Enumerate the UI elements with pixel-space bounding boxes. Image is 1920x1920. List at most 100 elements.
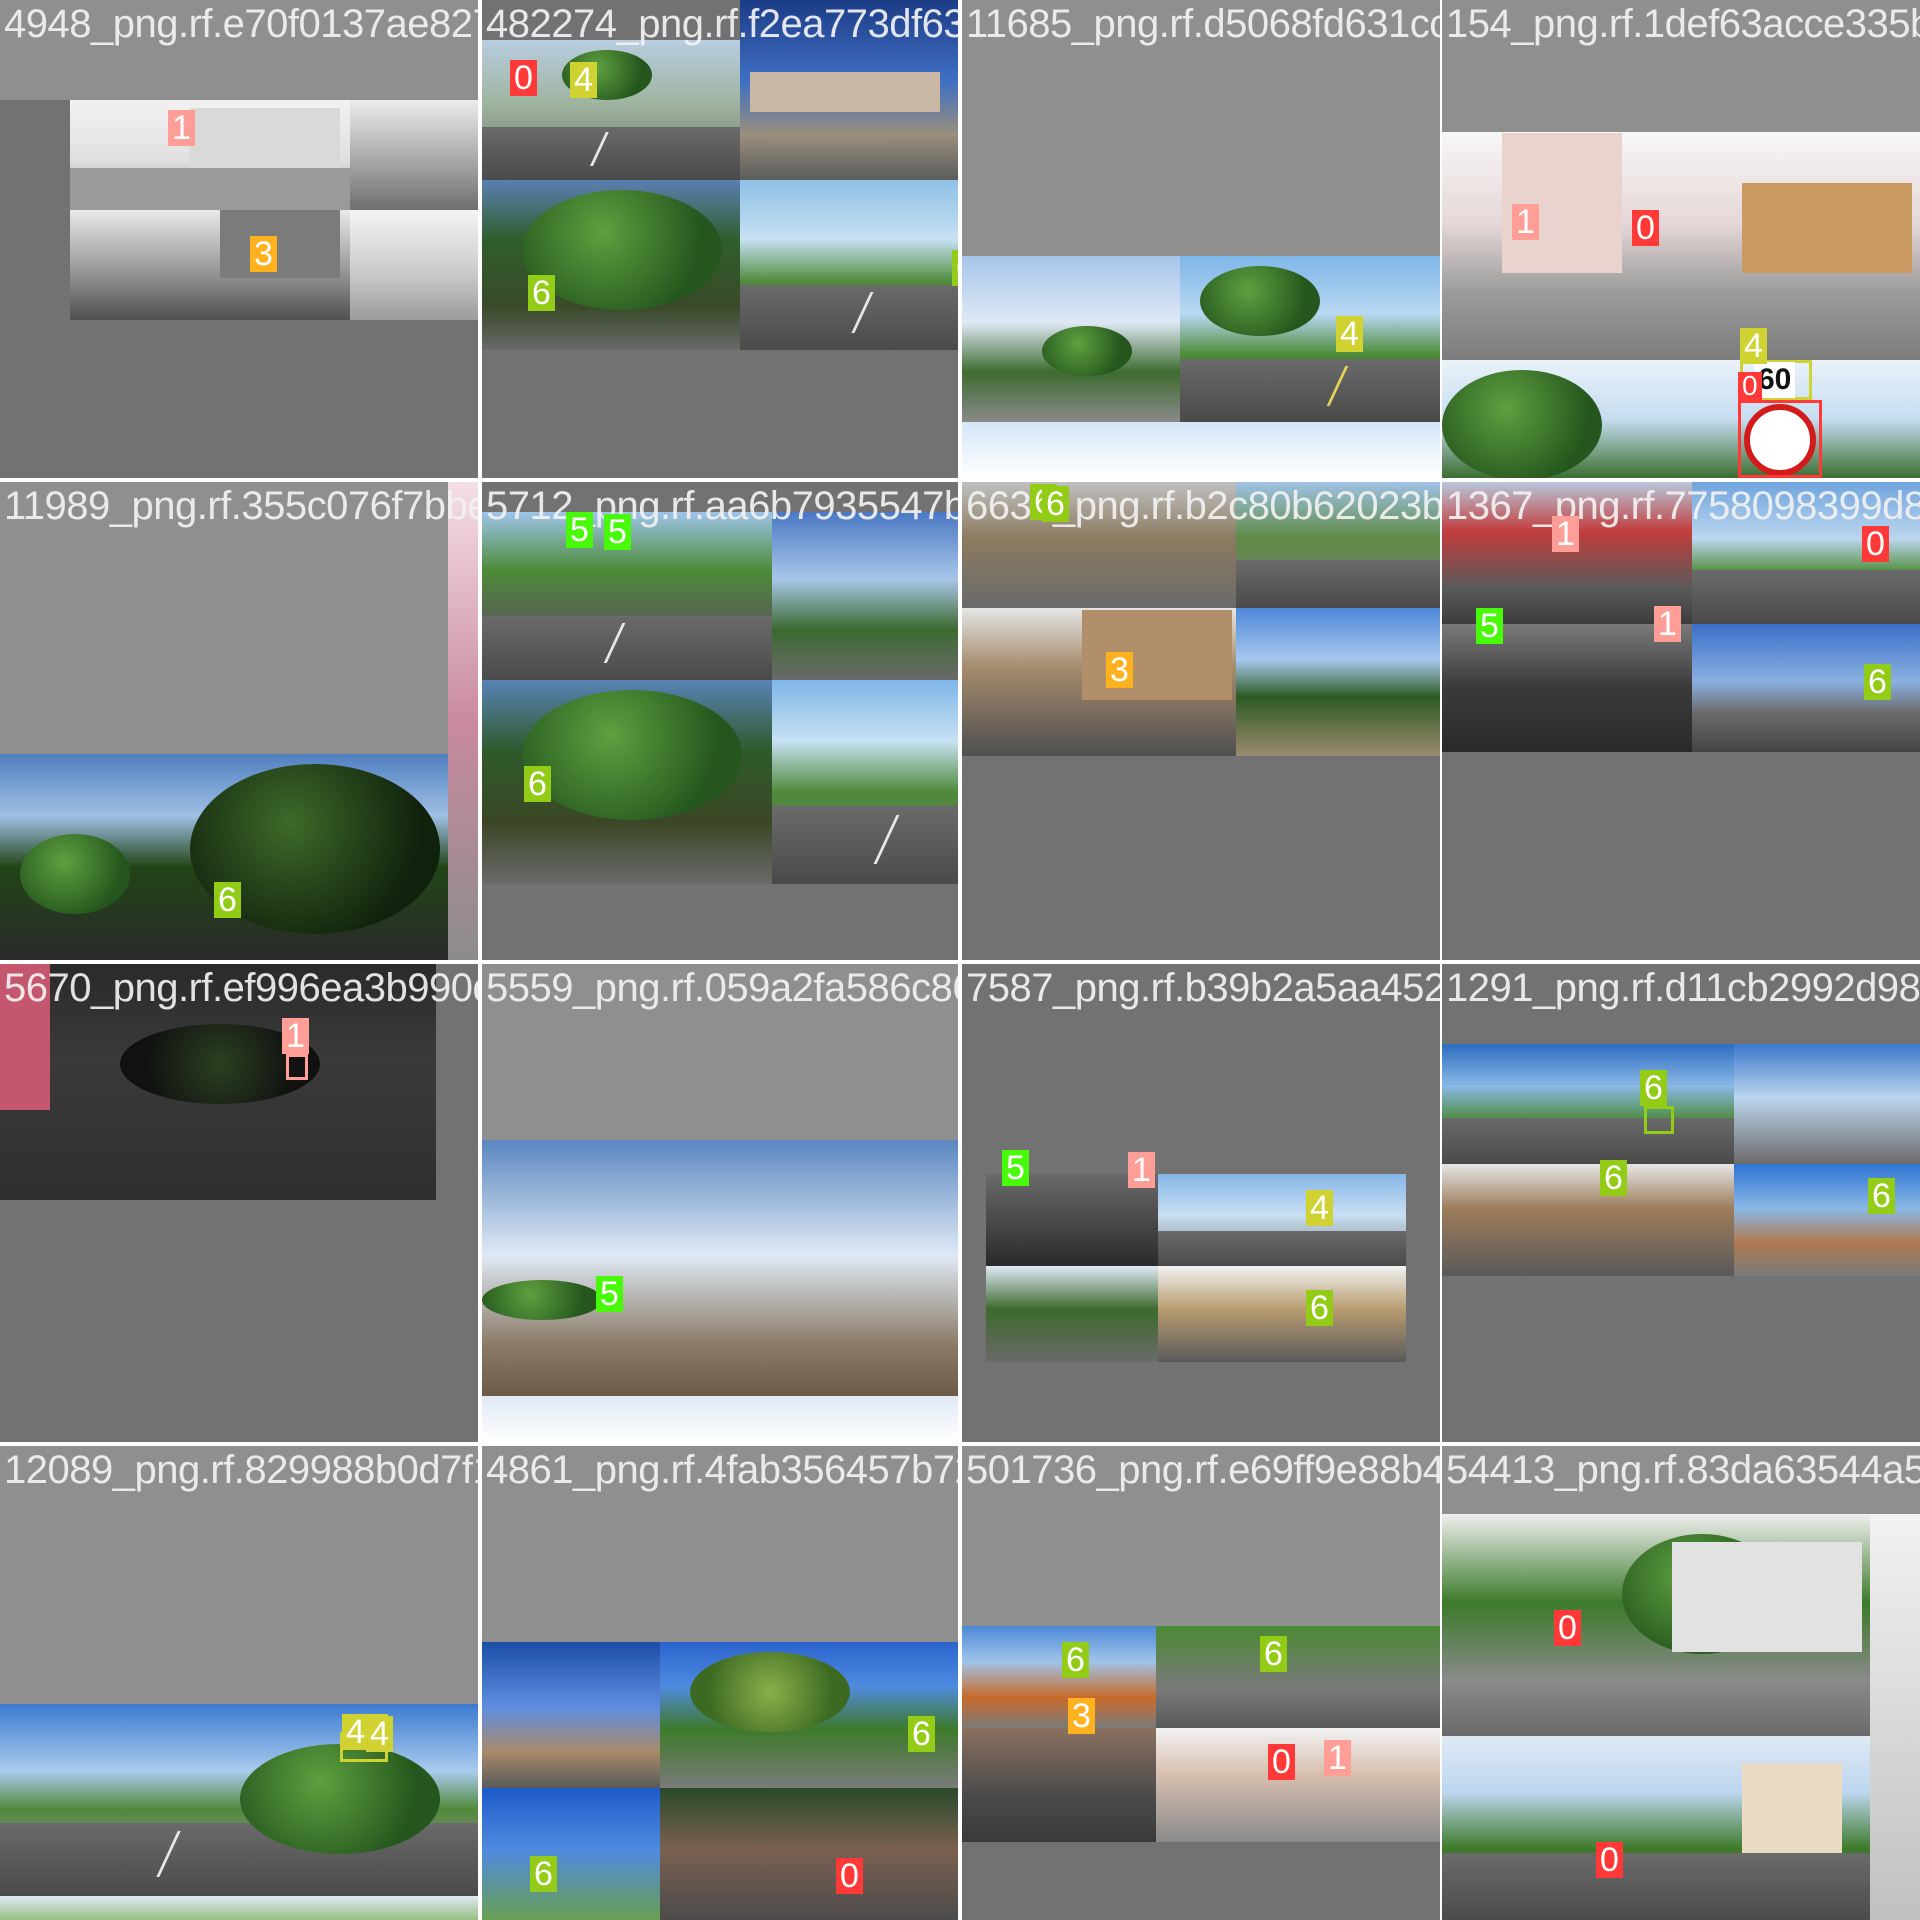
mosaic-cell: 6 6 3 0 1 501736_png.rf.e69ff9e88b48b7a4… <box>962 1446 1440 1920</box>
street-photo <box>1870 1514 1920 1920</box>
detection-label: 6 <box>524 766 551 802</box>
grid-divider <box>0 1442 1920 1446</box>
detection-label: 6 <box>1042 486 1069 522</box>
grid-divider <box>0 960 1920 964</box>
detection-label: 6 <box>908 1716 935 1752</box>
street-photo <box>482 1788 660 1920</box>
detection-label: 4 <box>1336 316 1363 352</box>
detection-label: 5 <box>1002 1150 1029 1186</box>
detection-label: 3 <box>1106 652 1133 688</box>
detection-label: 0 <box>510 60 537 96</box>
street-photo <box>1734 1044 1920 1164</box>
street-photo <box>1156 1626 1440 1728</box>
detection-label: 1 <box>282 1018 309 1054</box>
detection-label: 1 <box>1512 204 1539 240</box>
detection-label: 4 <box>1306 1190 1333 1226</box>
street-photo <box>1442 132 1920 360</box>
detection-label: 3 <box>250 236 277 272</box>
mosaic-cell: 6 11989_png.rf.355c076f7bbe57132_6902186… <box>0 482 478 960</box>
street-photo <box>70 210 350 320</box>
detection-label: 4 <box>570 62 597 98</box>
street-photo <box>482 1140 960 1396</box>
street-photo <box>772 512 960 680</box>
street-photo <box>0 754 448 960</box>
image-filename: 4948_png.rf.e70f0137ae827f48274b1f20f1f2… <box>4 2 478 46</box>
detection-label: 6 <box>1600 1160 1627 1196</box>
street-photo <box>962 256 1180 422</box>
image-filename: 501736_png.rf.e69ff9e88b48b7a4f <box>966 1448 1440 1492</box>
street-photo <box>962 1626 1156 1728</box>
mosaic-cell: 5 1 4 6 7587_png.rf.b39b2a5aa452164129b7… <box>962 964 1440 1442</box>
image-filename: 54413_png.rf.83da63544a5fb <box>1446 1448 1920 1492</box>
detection-label: 6 <box>530 1856 557 1892</box>
image-filename: 5559_png.rf.059a2fa586c865 <box>486 966 960 1010</box>
detection-label: 5 <box>566 512 593 548</box>
street-photo <box>0 1704 478 1896</box>
street-photo <box>1236 608 1440 756</box>
image-filename: 5712_png.rf.aa6b7935547b <box>486 484 960 528</box>
image-mosaic-grid: 1 3 4948_png.rf.e70f0137ae827f48274b1f20… <box>0 0 1920 1920</box>
detection-label: 6 <box>1640 1070 1667 1106</box>
detection-label: 6 <box>1062 1642 1089 1678</box>
detection-label: 1 <box>1552 516 1579 552</box>
street-photo <box>70 100 350 210</box>
detection-label: 1 <box>1654 606 1681 642</box>
image-filename: 11989_png.rf.355c076f7bbe57132_690218640… <box>4 484 478 528</box>
image-filename: 4861_png.rf.4fab356457b725 <box>486 1448 960 1492</box>
detection-label: 5 <box>604 514 631 550</box>
detection-label: 0 <box>1268 1744 1295 1780</box>
detection-label: 6 <box>1868 1178 1895 1214</box>
street-photo <box>962 422 1440 478</box>
detection-label: 6 <box>1864 664 1891 700</box>
mosaic-cell: 6 6 6 1291_png.rf.d11cb2992d985 <box>1442 964 1920 1442</box>
grid-divider <box>0 478 1920 482</box>
detection-label: 0 <box>1862 526 1889 562</box>
street-photo <box>962 1728 1156 1842</box>
detection-label: 0 <box>1554 1610 1581 1646</box>
detection-label: 6 <box>528 275 555 311</box>
detection-label: 0 <box>836 1858 863 1894</box>
street-photo <box>1442 1736 1870 1920</box>
image-filename: 482274_png.rf.f2ea773df638fb2e <box>486 2 960 46</box>
mosaic-cell: 60 1 0 4 0 154_png.rf.1def63acce335b <box>1442 0 1920 478</box>
detection-box <box>1738 400 1822 478</box>
street-photo <box>350 210 478 320</box>
mosaic-cell: 6 6 3 6638_png.rf.b2c80b62023ba8861367a7… <box>962 482 1440 960</box>
image-filename: 1367_png.rf.7758098399d827f <box>1446 484 1920 528</box>
street-photo <box>0 1896 478 1920</box>
mosaic-cell: 5 5559_png.rf.059a2fa586c865 <box>482 964 960 1442</box>
image-filename: 7587_png.rf.b39b2a5aa452164129b72cfac7d1… <box>966 966 1440 1010</box>
detection-label: 6 <box>1306 1290 1333 1326</box>
detection-label: 3 <box>1068 1698 1095 1734</box>
image-filename: 154_png.rf.1def63acce335b <box>1446 2 1920 46</box>
detection-label: 6 <box>214 882 241 918</box>
mosaic-cell: 44 4 12089_png.rf.829988b0d7f1e8615e6a82… <box>0 1446 478 1920</box>
street-photo <box>1180 256 1440 422</box>
image-filename: 11685_png.rf.d5068fd631cc62729658 <box>966 2 1440 46</box>
street-photo <box>1158 1266 1406 1362</box>
mosaic-cell: 0 4 6 6 482274_png.rf.f2ea773df638fb2e <box>482 0 960 478</box>
mosaic-cell: 0 0 54413_png.rf.83da63544a5fb <box>1442 1446 1920 1920</box>
street-photo <box>1156 1728 1440 1842</box>
street-photo <box>1442 1514 1870 1736</box>
image-filename: 1291_png.rf.d11cb2992d985 <box>1446 966 1920 1010</box>
detection-label: 1 <box>1128 1152 1155 1188</box>
detection-label: 6 <box>1260 1636 1287 1672</box>
street-photo <box>1442 360 1920 478</box>
detection-label: 5 <box>1476 608 1503 644</box>
detection-label: 1 <box>1324 1740 1351 1776</box>
street-photo <box>482 180 740 350</box>
image-filename: 12089_png.rf.829988b0d7f1e8615e6a82104fa… <box>4 1448 478 1492</box>
street-photo <box>448 482 478 960</box>
detection-label: 4 <box>1740 328 1767 364</box>
street-photo <box>772 680 960 884</box>
street-photo <box>482 1642 660 1788</box>
street-photo <box>482 1396 960 1442</box>
detection-label: 0 <box>1596 1842 1623 1878</box>
detection-label: 5 <box>596 1276 623 1312</box>
street-photo <box>1442 1044 1734 1164</box>
detection-label: 4 <box>366 1716 393 1752</box>
street-photo <box>1158 1174 1406 1266</box>
detection-box <box>1644 1106 1674 1134</box>
street-photo <box>740 180 960 350</box>
